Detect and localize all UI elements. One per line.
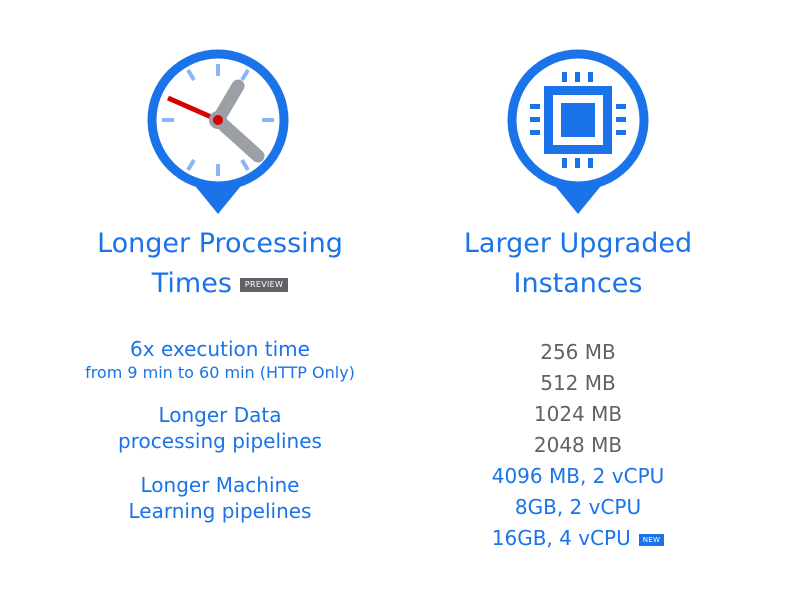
processing-title-line1: Longer Processing (97, 228, 343, 259)
list-item: 2048 MB (533, 433, 623, 457)
list-item: 256 MB (540, 340, 616, 364)
list-item: 512 MB (540, 371, 616, 395)
list-item: 8GB, 2 vCPU (514, 495, 642, 519)
preview-badge: PREVIEW (239, 278, 289, 292)
list-item: 16GB, 4 vCPU NEW (400, 523, 756, 554)
list-item: Longer Machine Learning pipelines (128, 473, 312, 523)
instances-title: Larger Upgraded Instances (400, 224, 756, 304)
upgraded-instances-column: Larger Upgraded Instances 256 MB 512 MB … (400, 0, 800, 594)
instances-title-line2: Instances (513, 268, 643, 299)
list-item: Longer Data processing pipelines (118, 403, 322, 453)
longer-processing-column: Longer Processing Times PREVIEW 6x execut… (0, 0, 400, 594)
list-item: 6x execution time from 9 min to 60 min (… (85, 337, 355, 382)
cpu-chip-pin-icon (507, 49, 649, 214)
list-item: 1024 MB (533, 402, 623, 426)
instances-title-line1: Larger Upgraded (463, 228, 693, 259)
processing-title-line2: Times (151, 268, 232, 299)
instance-size-list: 256 MB 512 MB 1024 MB 2048 MB 4096 MB, 2… (400, 337, 756, 554)
list-item: 4096 MB, 2 vCPU (491, 464, 665, 488)
clock-pin-icon (147, 49, 289, 214)
new-badge: NEW (638, 534, 665, 546)
processing-benefits-list: 6x execution time from 9 min to 60 min (… (0, 336, 440, 542)
processing-title: Longer Processing Times PREVIEW (0, 224, 440, 304)
